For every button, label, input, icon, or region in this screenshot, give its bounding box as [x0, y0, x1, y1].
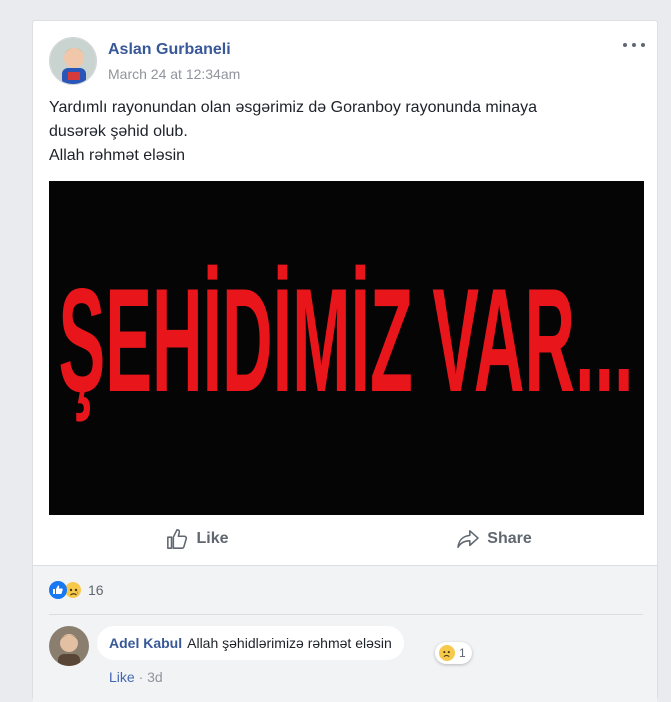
commenter-avatar[interactable] [49, 626, 89, 666]
comment-like-link[interactable]: Like [109, 669, 135, 685]
comment-text: Allah şəhidlərimizə rəhmət eləsin [187, 635, 392, 651]
comment-reaction[interactable]: 1 [435, 642, 472, 664]
comment-bubble: Adel Kabul Allah şəhidlərimizə rəhmət el… [97, 626, 404, 660]
post-text-line: dusərək şəhid olub. [49, 123, 188, 140]
author-name[interactable]: Aslan Gurbaneli [108, 41, 231, 59]
reaction-count: 16 [88, 582, 104, 598]
post-image-text: ŞEHİDİMİZ VAR... [59, 258, 634, 423]
sad-icon [439, 645, 455, 661]
commenter-name[interactable]: Adel Kabul [109, 635, 182, 651]
post-image[interactable]: ŞEHİDİMİZ VAR... [49, 181, 644, 515]
share-button[interactable]: Share [346, 519, 643, 559]
post-text-line: Yardımlı rayonundan olan əsgərimiz də Go… [49, 99, 537, 116]
post-actions: Like Share [49, 519, 643, 559]
post-footer: 16 Adel Kabul Allah şəhidlərimizə rəhmət… [33, 565, 657, 702]
like-button-label: Like [196, 530, 229, 547]
share-button-label: Share [487, 530, 532, 547]
meta-separator: · [138, 669, 144, 685]
comment-reaction-count: 1 [459, 646, 466, 660]
comment-meta: Like · 3d [109, 669, 163, 685]
share-arrow-icon [457, 530, 480, 548]
author-avatar[interactable] [49, 37, 97, 85]
post-text-line: Allah rəhmət eləsin [49, 147, 186, 164]
post-text: Yardımlı rayonundan olan əsgərimiz də Go… [49, 96, 639, 168]
more-options-icon[interactable] [623, 37, 645, 53]
comment-age[interactable]: 3d [147, 669, 163, 685]
reactions-summary[interactable]: 16 [49, 580, 104, 600]
comments-divider [49, 614, 643, 615]
post-timestamp[interactable]: March 24 at 12:34am [108, 66, 240, 82]
like-icon [49, 581, 67, 599]
thumbs-up-icon [167, 529, 188, 549]
like-button[interactable]: Like [49, 519, 346, 559]
post-card: Aslan Gurbaneli March 24 at 12:34am Yard… [32, 20, 658, 702]
